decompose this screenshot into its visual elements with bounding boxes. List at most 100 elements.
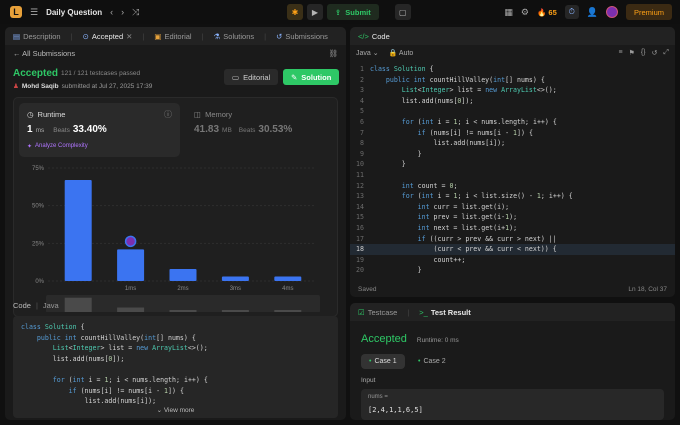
pencil-icon: ✎ bbox=[291, 72, 298, 82]
tab-test-result[interactable]: >_ Test Result bbox=[419, 308, 470, 317]
tab-solutions[interactable]: ⚗ Solutions bbox=[214, 32, 255, 41]
editor-line[interactable]: 7 if (nums[i] != nums[i - 1]) { bbox=[350, 128, 675, 139]
editor-line[interactable]: 6 for (int i = 1; i < nums.length; i++) … bbox=[350, 117, 675, 128]
chart-bar bbox=[221, 276, 249, 281]
list-icon[interactable]: ☰ bbox=[30, 7, 38, 17]
layout-icon[interactable]: ▦ bbox=[504, 7, 513, 17]
chart-bar bbox=[274, 276, 302, 281]
navigator-bar bbox=[64, 297, 92, 312]
input-var-value: [2,4,1,1,6,5] bbox=[368, 406, 423, 414]
streak-counter[interactable]: 🔥 65 bbox=[537, 8, 557, 17]
back-link[interactable]: ← All Submissions bbox=[13, 49, 75, 58]
editor-line[interactable]: 10 } bbox=[350, 159, 675, 170]
shuffle-icon[interactable]: ⤨ bbox=[132, 7, 139, 17]
braces-icon[interactable]: {} bbox=[641, 49, 646, 57]
editor-line[interactable]: 9 } bbox=[350, 149, 675, 160]
gear-icon[interactable]: ⚙ bbox=[521, 7, 529, 17]
info-icon[interactable]: ⓘ bbox=[164, 109, 172, 120]
line-number: 14 bbox=[356, 202, 364, 211]
editor-line[interactable]: 12 int count = 0; bbox=[350, 181, 675, 192]
test-result-panel: ☑ Testcase | >_ Test Result Accepted Runti… bbox=[350, 303, 675, 420]
tab-description[interactable]: ▤ Description bbox=[13, 32, 61, 41]
editor-line[interactable]: 17 if ((curr > prev && curr > next) || bbox=[350, 234, 675, 245]
editor-line[interactable]: 2 public int countHillValley(int[] nums)… bbox=[350, 75, 675, 86]
submitter-name[interactable]: Mohd Saqib bbox=[22, 83, 59, 90]
editor-line[interactable]: 16 int next = list.get(i+1); bbox=[350, 223, 675, 234]
debug-icon[interactable]: ✱ bbox=[287, 4, 303, 20]
line-number: 8 bbox=[360, 139, 364, 148]
code-icon: </> bbox=[358, 31, 369, 41]
navigator-bar bbox=[169, 310, 197, 312]
premium-button[interactable]: Premium bbox=[625, 4, 672, 20]
tab-editorial[interactable]: ▣ Editorial bbox=[154, 32, 191, 41]
runtime-beats: 33.40% bbox=[72, 124, 107, 135]
line-number: 17 bbox=[356, 234, 364, 243]
chevron-down-icon: ⌄ bbox=[372, 50, 379, 57]
editor-line[interactable]: 13 for (int i = 1; i < list.size() - 1; … bbox=[350, 191, 675, 202]
editor-line[interactable]: 3 List<Integer> list = new ArrayList<>()… bbox=[350, 85, 675, 96]
code-line: public int countHillValley(int[] nums) { bbox=[36, 333, 196, 342]
tab-testcase[interactable]: ☑ Testcase bbox=[358, 308, 397, 317]
runtime-card[interactable]: ◷ Runtime ⓘ 1 ms Beats 33.40% ✦ Analyze Co… bbox=[19, 103, 180, 157]
runtime-value: 1 bbox=[27, 124, 33, 135]
input-label: Input bbox=[361, 377, 376, 384]
view-more-button[interactable]: ⌄ View more bbox=[13, 406, 338, 414]
editor-line[interactable]: 15 int prev = list.get(i-1); bbox=[350, 212, 675, 223]
terminal-icon: >_ bbox=[419, 307, 428, 317]
submitter-line: ♟ Mohd Saqib submitted at Jul 27, 2025 1… bbox=[13, 82, 152, 91]
bookmark-icon[interactable]: ⚑ bbox=[629, 49, 635, 57]
editorial-button[interactable]: ▭ Editorial bbox=[224, 69, 279, 85]
editor-line[interactable]: 4 list.add(nums[0]); bbox=[350, 96, 675, 107]
case-2-tab[interactable]: • Case 2 bbox=[414, 354, 450, 369]
avatar[interactable] bbox=[605, 6, 618, 18]
close-icon[interactable]: ✕ bbox=[126, 32, 132, 41]
leetcode-logo[interactable]: L bbox=[10, 6, 22, 18]
user-avatar-icon: ♟ bbox=[13, 83, 19, 90]
editor-line[interactable]: 19 count++; bbox=[350, 255, 675, 266]
expand-icon[interactable]: ⤢ bbox=[663, 49, 669, 57]
submit-button[interactable]: ⇪ Submit bbox=[327, 4, 379, 20]
editor-line[interactable]: 20 } bbox=[350, 265, 675, 276]
chevron-right-icon[interactable]: › bbox=[121, 7, 124, 17]
tab-submissions[interactable]: ↺ Submissions bbox=[276, 32, 328, 41]
add-user-icon[interactable]: 👤 bbox=[587, 7, 598, 17]
input-box: nums = [2,4,1,1,6,5] bbox=[361, 389, 664, 420]
case-1-tab[interactable]: • Case 1 bbox=[361, 354, 405, 369]
format-icon[interactable]: ≡ bbox=[618, 49, 622, 57]
navigator-bar bbox=[274, 310, 302, 312]
editor-line[interactable]: 8 list.add(nums[i]); bbox=[350, 138, 675, 149]
language-select[interactable]: Java ⌄ bbox=[356, 49, 379, 57]
line-number: 2 bbox=[360, 75, 364, 84]
cursor-position: Ln 18, Col 37 bbox=[628, 285, 667, 293]
tab-accepted[interactable]: ⊙ Accepted ✕ bbox=[83, 32, 133, 41]
editor-line[interactable]: 11 bbox=[350, 170, 675, 181]
notes-icon[interactable]: ▢ bbox=[394, 4, 411, 20]
checkbox-icon: ☑ bbox=[358, 307, 365, 317]
editorial-icon: ▣ bbox=[154, 31, 162, 41]
testcases-passed: 121 / 121 testcases passed bbox=[61, 70, 141, 77]
chart-bar bbox=[117, 249, 145, 281]
timer-icon[interactable]: ⏱ bbox=[564, 5, 579, 19]
memory-beats-label: Beats bbox=[238, 127, 256, 134]
code-line: for (int i = 1; i < nums.length; i++) { bbox=[52, 375, 208, 384]
chevron-left-icon[interactable]: ‹ bbox=[110, 7, 113, 17]
line-number: 10 bbox=[356, 160, 364, 169]
editor-code-lines[interactable]: 1 class Solution {2 public int countHillV… bbox=[350, 64, 675, 276]
editor-line[interactable]: 5 bbox=[350, 106, 675, 117]
run-icon[interactable]: ▶ bbox=[307, 4, 323, 20]
runtime-distribution-chart[interactable]: 75% 50% 25% 0% 1ms 2ms 3ms 4ms bbox=[14, 162, 339, 312]
solution-button[interactable]: ✎ Solution bbox=[283, 69, 340, 85]
analyze-complexity-link[interactable]: ✦ Analyze Complexity bbox=[27, 143, 88, 150]
editor-line[interactable]: 14 int curr = list.get(i); bbox=[350, 202, 675, 213]
code-line: class Solution { bbox=[21, 323, 85, 331]
link-icon[interactable]: ⛓ bbox=[328, 49, 338, 58]
reset-icon[interactable]: ↺ bbox=[652, 49, 658, 57]
editor-tab[interactable]: </> Code bbox=[358, 32, 390, 41]
lock-icon: 🔒 bbox=[388, 50, 398, 57]
problem-list-title[interactable]: Daily Question bbox=[46, 8, 102, 17]
memory-card[interactable]: ◫ Memory 41.83 MB Beats 30.53% bbox=[189, 103, 329, 157]
editor-line[interactable]: 1 class Solution { bbox=[350, 64, 675, 75]
auto-toggle[interactable]: 🔒 Auto bbox=[389, 49, 414, 57]
editor-line[interactable]: 18 (curr < prev && curr < next)) { bbox=[350, 244, 675, 255]
